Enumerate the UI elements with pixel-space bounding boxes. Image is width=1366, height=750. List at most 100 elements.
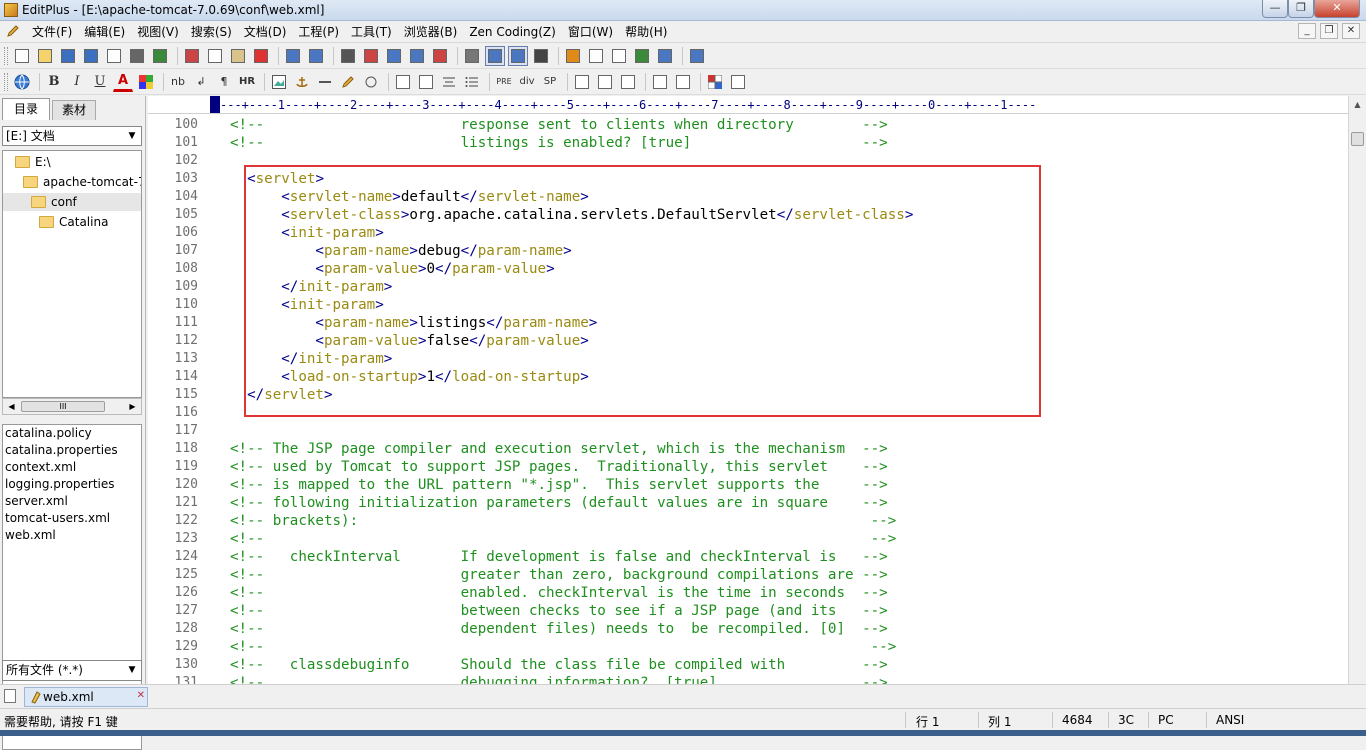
globe-icon[interactable] bbox=[12, 72, 32, 92]
minimize-button[interactable]: — bbox=[1262, 0, 1288, 18]
menu-item-7[interactable]: 浏览器(B) bbox=[398, 24, 464, 40]
toolbar-grip[interactable] bbox=[4, 46, 8, 65]
edit-tag-icon[interactable] bbox=[572, 72, 592, 92]
menu-item-2[interactable]: 视图(V) bbox=[131, 24, 185, 40]
tab-assets[interactable]: 素材 bbox=[52, 100, 96, 120]
file-list-icon[interactable] bbox=[586, 46, 606, 66]
list-icon[interactable] bbox=[462, 72, 482, 92]
menu-item-6[interactable]: 工具(T) bbox=[345, 24, 398, 40]
italic-button[interactable]: I bbox=[67, 72, 87, 92]
code-text-area[interactable]: <!-- response sent to clients when direc… bbox=[230, 116, 1340, 684]
menu-item-3[interactable]: 搜索(S) bbox=[185, 24, 238, 40]
menu-item-0[interactable]: 文件(F) bbox=[26, 24, 78, 40]
chevron-down-icon[interactable]: ▼ bbox=[125, 129, 139, 143]
find-in-files-icon[interactable] bbox=[384, 46, 404, 66]
menu-item-10[interactable]: 帮助(H) bbox=[619, 24, 673, 40]
undo-icon[interactable] bbox=[283, 46, 303, 66]
font-icon[interactable] bbox=[430, 46, 450, 66]
browser-icon[interactable] bbox=[632, 46, 652, 66]
scroll-thumb[interactable] bbox=[1351, 132, 1364, 146]
color-grid-icon[interactable] bbox=[136, 72, 156, 92]
paragraph-button[interactable]: ¶ bbox=[214, 72, 234, 92]
file-list-item[interactable]: server.xml bbox=[3, 493, 141, 510]
horizontal-line-icon[interactable] bbox=[315, 72, 335, 92]
script-icon[interactable] bbox=[618, 72, 638, 92]
redo-icon[interactable] bbox=[306, 46, 326, 66]
tree-item-folder[interactable]: Catalina bbox=[3, 213, 141, 231]
file-list-item[interactable]: context.xml bbox=[3, 459, 141, 476]
frame-icon[interactable] bbox=[650, 72, 670, 92]
layout-icon[interactable] bbox=[673, 72, 693, 92]
horizontal-rule-button[interactable]: HR bbox=[237, 72, 257, 92]
tree-item-folder[interactable]: conf bbox=[3, 193, 141, 211]
form-icon[interactable] bbox=[416, 72, 436, 92]
menu-item-9[interactable]: 窗口(W) bbox=[562, 24, 619, 40]
editor-vertical-scrollbar[interactable]: ▲ bbox=[1348, 96, 1366, 684]
print-icon[interactable] bbox=[127, 46, 147, 66]
code-editor[interactable]: ---+----1----+----2----+----3----+----4-… bbox=[148, 96, 1366, 690]
spellcheck-icon[interactable] bbox=[150, 46, 170, 66]
cut-icon[interactable] bbox=[182, 46, 202, 66]
maximize-button[interactable]: ❐ bbox=[1288, 0, 1314, 18]
mdi-restore-button[interactable]: ❐ bbox=[1320, 23, 1338, 39]
preview-icon[interactable] bbox=[728, 72, 748, 92]
chevron-down-icon[interactable]: ▼ bbox=[125, 663, 139, 677]
mdi-close-button[interactable]: ✕ bbox=[1342, 23, 1360, 39]
scroll-up-icon[interactable]: ▲ bbox=[1350, 97, 1365, 113]
help-icon[interactable] bbox=[687, 46, 707, 66]
file-list-item[interactable]: logging.properties bbox=[3, 476, 141, 493]
line-break-button[interactable]: ↲ bbox=[191, 72, 211, 92]
save-icon[interactable] bbox=[58, 46, 78, 66]
image-icon[interactable] bbox=[269, 72, 289, 92]
menu-item-5[interactable]: 工程(P) bbox=[292, 24, 345, 40]
copy-icon[interactable] bbox=[205, 46, 225, 66]
scroll-thumb[interactable]: III bbox=[21, 401, 105, 412]
close-button[interactable]: ✕ bbox=[1314, 0, 1360, 18]
tree-item-folder[interactable]: E:\ bbox=[3, 153, 141, 171]
line-numbers-icon[interactable] bbox=[508, 45, 528, 66]
drive-select[interactable]: [E:] 文档 ▼ bbox=[2, 126, 142, 146]
save-all-icon[interactable] bbox=[81, 46, 101, 66]
align-icon[interactable] bbox=[439, 72, 459, 92]
file-list-item[interactable]: catalina.properties bbox=[3, 442, 141, 459]
scroll-left-icon[interactable]: ◀ bbox=[4, 400, 19, 413]
div-tag-button[interactable]: div bbox=[517, 72, 537, 92]
browse-icon[interactable] bbox=[655, 46, 675, 66]
anchor-icon[interactable] bbox=[292, 72, 312, 92]
bold-button[interactable]: B bbox=[44, 72, 64, 92]
directory-icon[interactable] bbox=[609, 46, 629, 66]
pre-tag-button[interactable]: PRE bbox=[494, 72, 514, 92]
css-icon[interactable] bbox=[595, 72, 615, 92]
mdi-minimize-button[interactable]: _ bbox=[1298, 23, 1316, 39]
tree-item-folder[interactable]: apache-tomcat-7 bbox=[3, 173, 141, 191]
delete-icon[interactable] bbox=[251, 46, 271, 66]
table-icon[interactable] bbox=[393, 72, 413, 92]
find-icon[interactable] bbox=[338, 46, 358, 66]
file-filter-select[interactable]: 所有文件 (*.*) ▼ bbox=[2, 660, 142, 681]
menu-item-4[interactable]: 文档(D) bbox=[238, 24, 293, 40]
comment-tag-icon[interactable] bbox=[361, 72, 381, 92]
folder-tree[interactable]: E:\ apache-tomcat-7 conf Catalina bbox=[2, 150, 142, 398]
go-to-line-icon[interactable] bbox=[407, 46, 427, 66]
paste-icon[interactable] bbox=[228, 46, 248, 66]
new-file-icon[interactable] bbox=[12, 46, 32, 66]
tab-directory[interactable]: 目录 bbox=[2, 98, 50, 120]
column-select-icon[interactable] bbox=[531, 46, 551, 66]
file-list-item[interactable]: web.xml bbox=[3, 527, 141, 544]
file-list-item[interactable]: catalina.policy bbox=[3, 425, 141, 442]
tree-horizontal-scrollbar[interactable]: ◀ III ▶ bbox=[2, 398, 142, 415]
word-wrap-icon[interactable] bbox=[485, 45, 505, 66]
heading-icon[interactable] bbox=[462, 46, 482, 66]
font-color-button[interactable]: A bbox=[113, 72, 133, 92]
replace-icon[interactable] bbox=[361, 46, 381, 66]
check-icon[interactable] bbox=[563, 46, 583, 66]
menu-item-8[interactable]: Zen Coding(Z) bbox=[463, 24, 562, 40]
close-icon[interactable]: ✕ bbox=[137, 690, 145, 701]
link-pencil-icon[interactable] bbox=[338, 72, 358, 92]
nbsp-button[interactable]: nb bbox=[168, 72, 188, 92]
tab-web-xml[interactable]: web.xml ✕ bbox=[24, 687, 148, 707]
underline-button[interactable]: U bbox=[90, 72, 110, 92]
print-preview-icon[interactable] bbox=[104, 46, 124, 66]
file-list-item[interactable]: tomcat-users.xml bbox=[3, 510, 141, 527]
document-list-icon[interactable] bbox=[4, 689, 16, 703]
